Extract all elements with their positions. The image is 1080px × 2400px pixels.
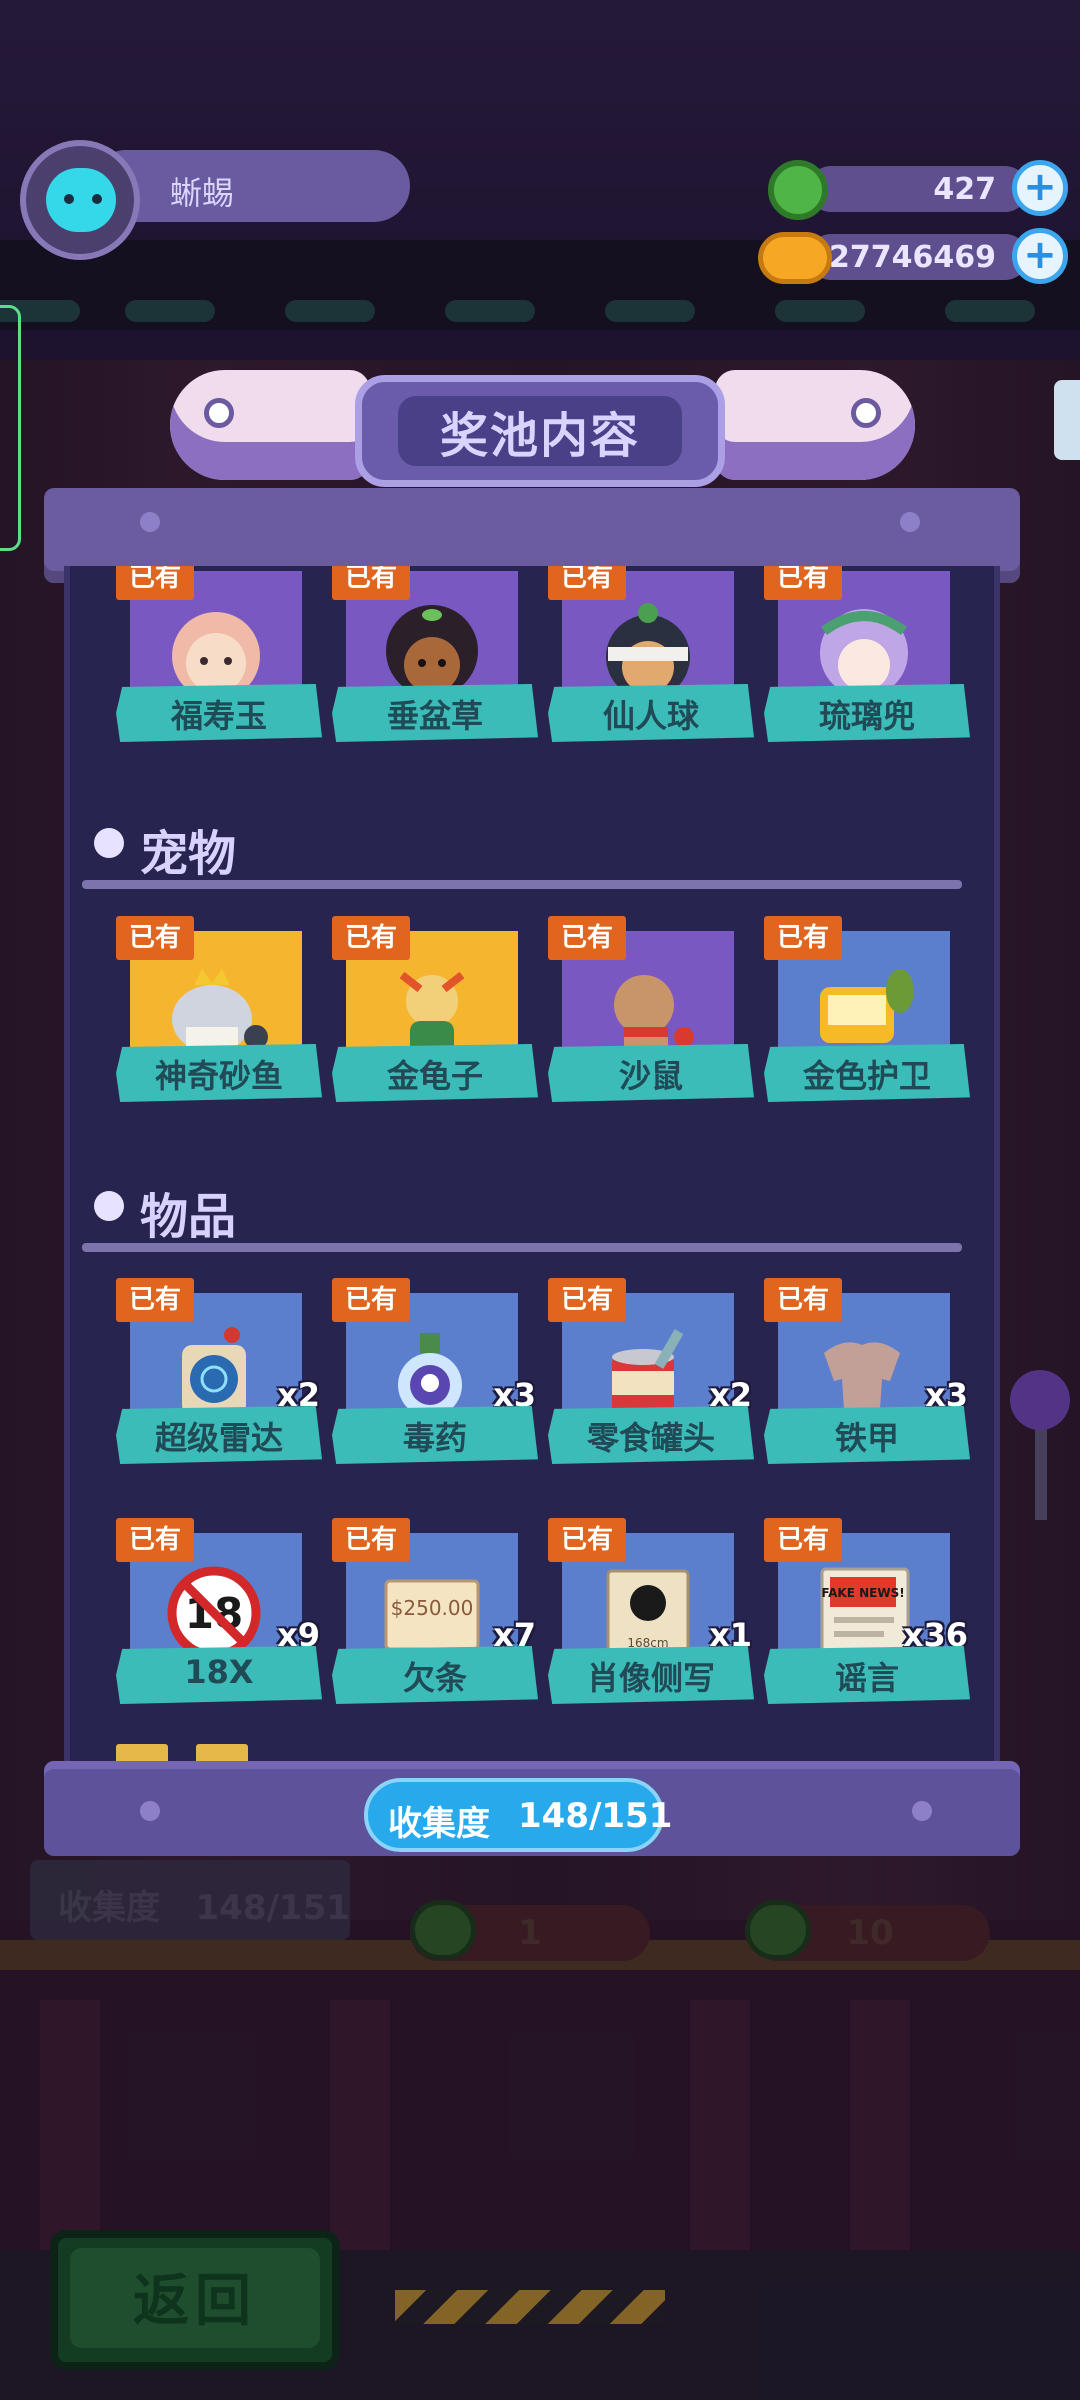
prize-item-name: 零食罐头	[586, 1419, 715, 1457]
left-side-tab[interactable]	[0, 305, 21, 551]
fake-news-text: FAKE NEWS!	[821, 1586, 904, 1600]
gold-planet-icon	[758, 232, 832, 284]
section-title: 物品	[140, 1189, 237, 1245]
owned-badge: 已有	[332, 1278, 410, 1322]
prize-item[interactable]: 168cm 已有 x1 肖像侧写	[548, 1518, 762, 1708]
currency-gold: 27746469 +	[758, 228, 1068, 284]
owned-badge: 已有	[332, 1518, 410, 1562]
owned-badge: 已有	[764, 566, 842, 600]
prize-item-name: 毒药	[402, 1419, 467, 1457]
prize-item[interactable]: 已有 金龟子	[332, 916, 546, 1106]
prize-item-name: 金色护卫	[802, 1057, 931, 1095]
prize-item[interactable]: 已有 x3 毒药	[332, 1278, 546, 1468]
iou-amount-text: $250.00	[391, 1596, 474, 1620]
panel-title-plate: 奖池内容	[355, 375, 725, 487]
prize-item[interactable]: 已有 垂盆草	[332, 566, 546, 746]
add-green-coin-button[interactable]: +	[1012, 160, 1068, 216]
prize-pool-panel: 已有 福寿玉 已有 垂盆草 已有 仙人球 已有 琉璃兜 宠物 已有 神奇砂鱼 已…	[44, 488, 1020, 1856]
fish-decoration	[170, 370, 370, 480]
prize-item[interactable]: 已有 仙人球	[548, 566, 762, 746]
prize-item-name: 18X	[184, 1653, 254, 1691]
panel-title: 奖池内容	[439, 408, 640, 464]
player-name: 蜥蜴	[170, 174, 235, 212]
owned-badge: 已有	[548, 1278, 626, 1322]
owned-badge: 已有	[764, 916, 842, 960]
prize-item[interactable]: 18 已有 x9 18X	[116, 1518, 330, 1708]
prize-item[interactable]: 已有 x2 零食罐头	[548, 1278, 762, 1468]
prize-item-name: 仙人球	[602, 697, 699, 735]
prize-item-name: 福寿玉	[170, 697, 267, 735]
prize-item-name: 金龟子	[386, 1057, 483, 1095]
owned-badge: 已有	[764, 1518, 842, 1562]
prize-item[interactable]: 已有 金色护卫	[764, 916, 978, 1106]
section-header-items: 物品	[70, 1169, 990, 1259]
currency-green: 427 +	[768, 160, 1068, 220]
avatar[interactable]	[20, 140, 140, 260]
fish-decoration	[715, 370, 915, 480]
next-row-peek	[116, 1744, 168, 1761]
prize-item-name: 沙鼠	[618, 1057, 683, 1095]
owned-badge: 已有	[116, 566, 194, 600]
owned-badge: 已有	[116, 1278, 194, 1322]
owned-badge: 已有	[332, 916, 410, 960]
prize-item-name: 神奇砂鱼	[154, 1057, 283, 1095]
section-header-pets: 宠物	[70, 806, 990, 896]
prize-item[interactable]: 已有 x2 超级雷达	[116, 1278, 330, 1468]
currency-green-value: 427	[933, 172, 996, 207]
owned-badge: 已有	[116, 1518, 194, 1562]
cat-face-icon	[46, 168, 116, 232]
add-gold-button[interactable]: +	[1012, 228, 1068, 284]
owned-badge: 已有	[548, 1518, 626, 1562]
prize-item[interactable]: $250.00 已有 x7 欠条	[332, 1518, 546, 1708]
currency-gold-value: 27746469	[829, 240, 996, 275]
owned-badge: 已有	[548, 566, 626, 600]
prize-item-name: 肖像侧写	[586, 1659, 715, 1697]
right-side-tab[interactable]	[1054, 380, 1080, 460]
owned-badge: 已有	[116, 916, 194, 960]
prize-item-name: 铁甲	[834, 1419, 899, 1457]
collection-progress-value: 148/151	[518, 1796, 673, 1836]
owned-badge: 已有	[548, 916, 626, 960]
prize-item[interactable]: 已有 琉璃兜	[764, 566, 978, 746]
prize-item[interactable]: 已有 x3 铁甲	[764, 1278, 978, 1468]
prize-item[interactable]: 已有 神奇砂鱼	[116, 916, 330, 1106]
prize-item[interactable]: 已有 沙鼠	[548, 916, 762, 1106]
green-coin-icon	[768, 160, 828, 220]
next-row-peek	[196, 1744, 248, 1761]
prize-item-name: 琉璃兜	[818, 697, 915, 735]
player-profile[interactable]: 蜥蜴	[20, 140, 410, 260]
prize-item-name: 欠条	[402, 1659, 467, 1697]
owned-badge: 已有	[332, 566, 410, 600]
owned-badge: 已有	[764, 1278, 842, 1322]
prize-item-name: 超级雷达	[154, 1419, 283, 1457]
prize-item-name: 垂盆草	[386, 697, 483, 735]
prize-item[interactable]: FAKE NEWS! 已有 x36 谣言	[764, 1518, 978, 1708]
collection-progress-label: 收集度	[388, 1804, 490, 1844]
section-title: 宠物	[140, 826, 237, 882]
collection-progress: 收集度 148/151	[364, 1778, 672, 1852]
prize-list[interactable]: 已有 福寿玉 已有 垂盆草 已有 仙人球 已有 琉璃兜 宠物 已有 神奇砂鱼 已…	[64, 566, 1000, 1761]
prize-item[interactable]: 已有 福寿玉	[116, 566, 330, 746]
prize-item-name: 谣言	[834, 1659, 899, 1697]
